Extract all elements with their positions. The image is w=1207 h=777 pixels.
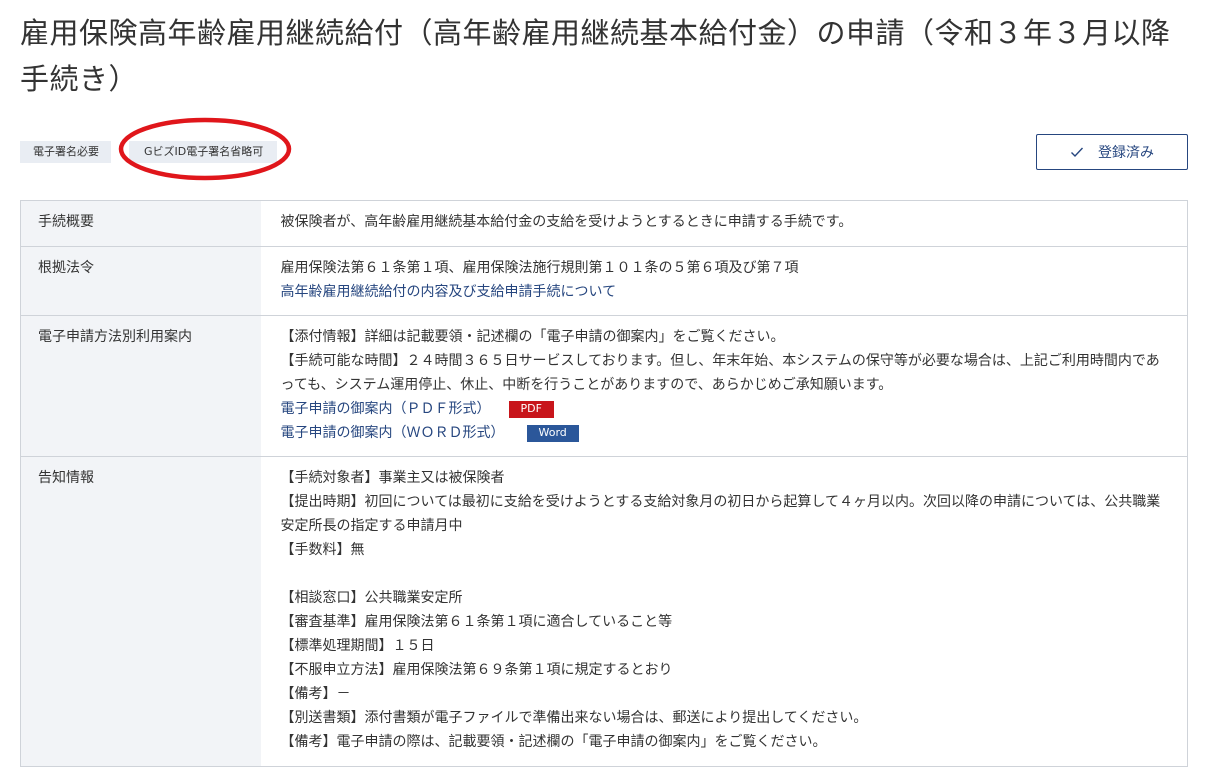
notice-spacer bbox=[281, 562, 1168, 586]
tag-signature-required: 電子署名必要 bbox=[20, 141, 111, 163]
word-guide-link[interactable]: 電子申請の御案内（ＷＯＲＤ形式） bbox=[281, 425, 505, 441]
pdf-badge: PDF bbox=[508, 400, 554, 418]
law-guide-link[interactable]: 高年齢雇用継続給付の内容及び支給申請手続について bbox=[281, 280, 1168, 304]
law-text: 雇用保険法第６１条第１項、雇用保険法施行規則第１０１条の５第６項及び第７項 bbox=[280, 260, 799, 276]
row-value-method: 【添付情報】詳細は記載要領・記述欄の「電子申請の御案内」をご覧ください。 【手続… bbox=[260, 315, 1188, 457]
tag-gbiz-signature-optional: GビズID電子署名省略可 bbox=[129, 141, 278, 163]
notice-remarks-electronic: 【備考】電子申請の際は、記載要領・記述欄の「電子申請の御案内」をご覧ください。 bbox=[280, 734, 827, 750]
pdf-guide-line: 電子申請の御案内（ＰＤＦ形式） PDF bbox=[281, 397, 1168, 421]
registered-button[interactable]: 登録済み bbox=[1036, 134, 1188, 170]
notice-appeal: 【不服申立方法】雇用保険法第６９条第１項に規定するとおり bbox=[280, 662, 673, 678]
notice-timing: 【提出時期】初回については最初に支給を受けようとする支給対象月の初日から起算して… bbox=[280, 494, 1161, 534]
registered-button-label: 登録済み bbox=[1098, 145, 1154, 161]
notice-criteria: 【審査基準】雇用保険法第６１条第１項に適合していること等 bbox=[280, 614, 673, 630]
table-row-method: 電子申請方法別利用案内 【添付情報】詳細は記載要領・記述欄の「電子申請の御案内」… bbox=[20, 315, 1188, 457]
table-row-overview: 手続概要 被保険者が、高年齢雇用継続基本給付金の支給を受けようとするときに申請す… bbox=[20, 200, 1188, 247]
row-value-overview: 被保険者が、高年齢雇用継続基本給付金の支給を受けようとするときに申請する手続です… bbox=[261, 201, 1188, 247]
row-label-overview: 手続概要 bbox=[20, 200, 261, 247]
procedure-info-table: 手続概要 被保険者が、高年齢雇用継続基本給付金の支給を受けようとするときに申請す… bbox=[20, 200, 1188, 767]
row-label-law: 根拠法令 bbox=[20, 246, 261, 316]
table-row-law: 根拠法令 雇用保険法第６１条第１項、雇用保険法施行規則第１０１条の５第６項及び第… bbox=[20, 246, 1188, 316]
notice-contact: 【相談窓口】公共職業安定所 bbox=[280, 590, 463, 606]
notice-remarks: 【備考】－ bbox=[280, 686, 351, 702]
notice-separate-docs: 【別送書類】添付書類が電子ファイルで準備出来ない場合は、郵送により提出してくださ… bbox=[280, 710, 868, 726]
method-hours-text: 【手続可能な時間】２４時間３６５日サービスしております。但し、年末年始、本システ… bbox=[280, 353, 1160, 393]
row-label-notice: 告知情報 bbox=[20, 456, 261, 767]
overview-text: 被保険者が、高年齢雇用継続基本給付金の支給を受けようとするときに申請する手続です… bbox=[280, 214, 853, 230]
notice-fee: 【手数料】無 bbox=[280, 542, 365, 558]
check-icon bbox=[1071, 147, 1084, 158]
word-badge: Word bbox=[526, 424, 579, 442]
row-label-method: 電子申請方法別利用案内 bbox=[20, 315, 261, 457]
row-value-notice: 【手続対象者】事業主又は被保険者 【提出時期】初回については最初に支給を受けよう… bbox=[260, 456, 1188, 767]
row-value-law: 雇用保険法第６１条第１項、雇用保険法施行規則第１０１条の５第６項及び第７項 高年… bbox=[260, 246, 1188, 316]
table-row-notice: 告知情報 【手続対象者】事業主又は被保険者 【提出時期】初回については最初に支給… bbox=[20, 456, 1188, 767]
notice-processing-period: 【標準処理期間】１５日 bbox=[280, 638, 435, 654]
method-attachment-text: 【添付情報】詳細は記載要領・記述欄の「電子申請の御案内」をご覧ください。 bbox=[280, 329, 785, 345]
tag-list: 電子署名必要 GビズID電子署名省略可 bbox=[20, 141, 278, 163]
page-title: 雇用保険高年齢雇用継続給付（高年齢雇用継続基本給付金）の申請（令和３年３月以降手… bbox=[20, 16, 1171, 96]
pdf-guide-link[interactable]: 電子申請の御案内（ＰＤＦ形式） bbox=[281, 401, 491, 417]
word-guide-line: 電子申請の御案内（ＷＯＲＤ形式） Word bbox=[281, 421, 1168, 445]
notice-target: 【手続対象者】事業主又は被保険者 bbox=[280, 470, 505, 486]
